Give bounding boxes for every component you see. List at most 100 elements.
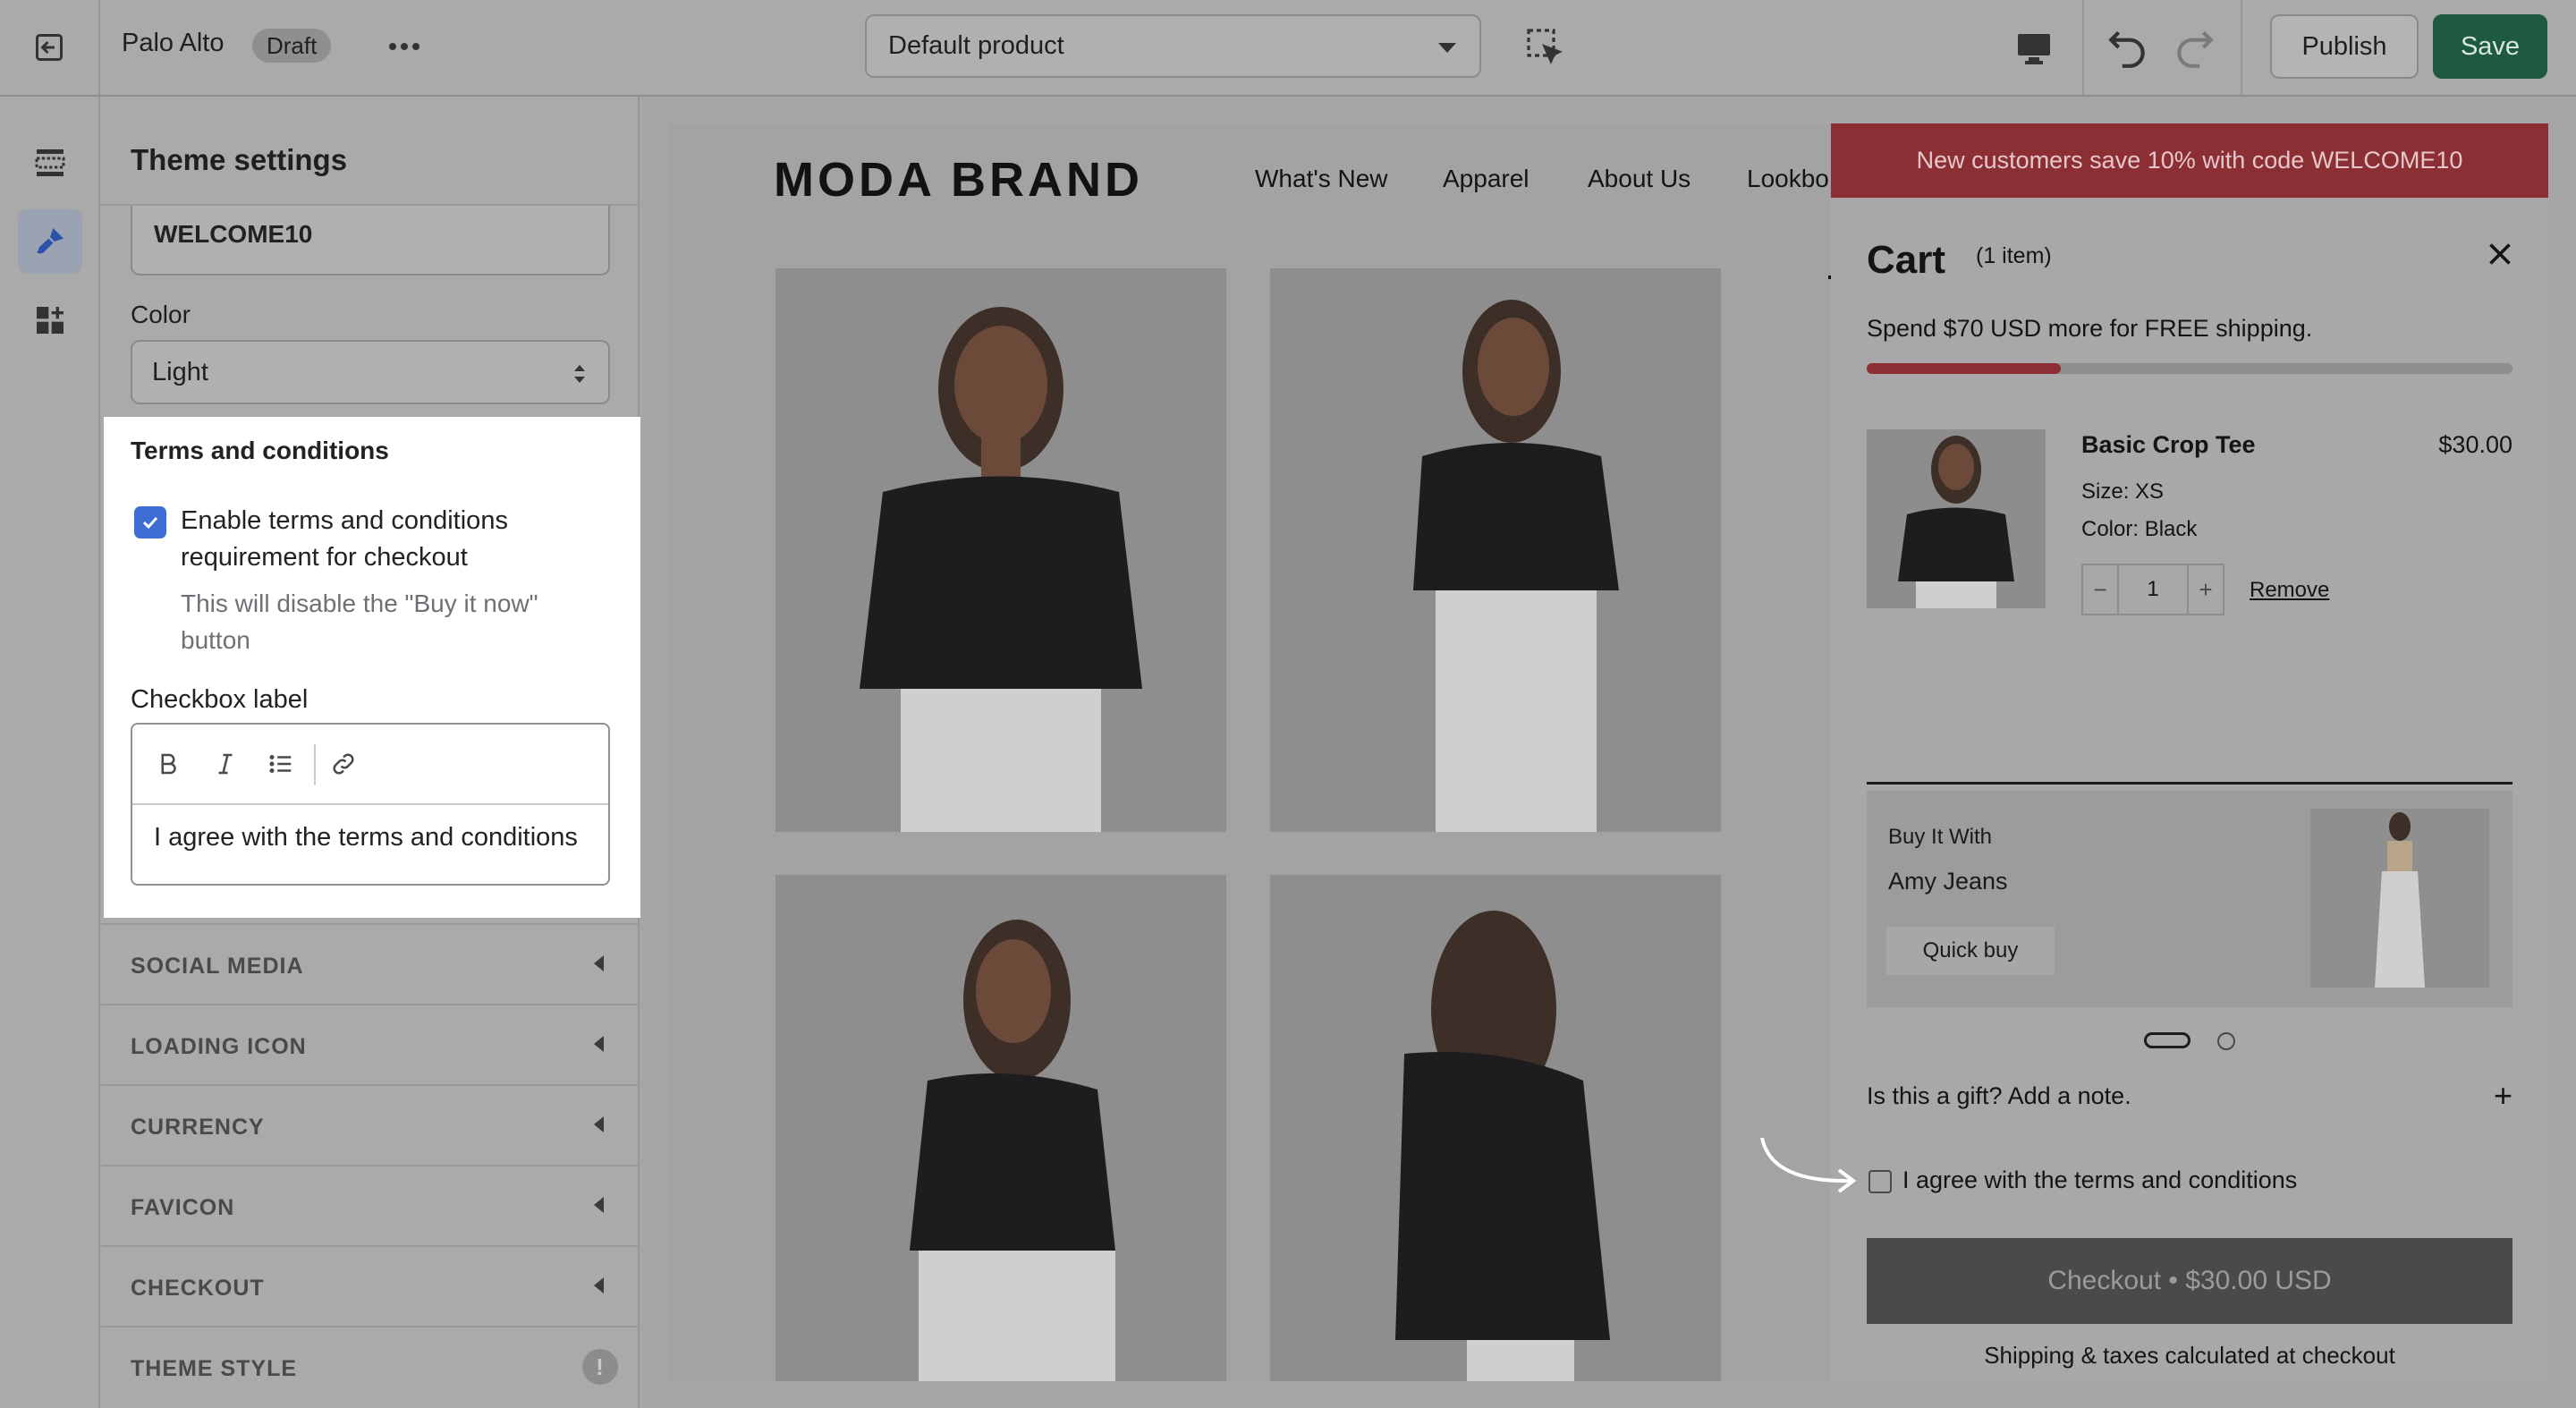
terms-agree-checkbox[interactable] (1868, 1170, 1892, 1193)
section-label: SOCIAL MEDIA (131, 954, 304, 979)
more-actions-button[interactable] (383, 27, 426, 66)
link-button[interactable] (326, 746, 361, 782)
enable-terms-label: Enable terms and conditions requirement … (181, 506, 508, 572)
editor-toolbar (132, 725, 608, 805)
quick-buy-button[interactable]: Quick buy (1886, 927, 2055, 975)
template-select[interactable]: Default product (865, 14, 1481, 78)
terms-settings-card: Terms and conditions Enable terms and co… (104, 417, 640, 918)
shipping-message: Spend $70 USD more for FREE shipping. (1867, 315, 2313, 342)
nav-whats-new[interactable]: What's New (1255, 165, 1388, 193)
increase-quantity-button[interactable]: + (2187, 565, 2223, 614)
caret-left-icon (594, 1277, 604, 1293)
undo-icon (2108, 30, 2145, 68)
store-logo[interactable]: MODA BRAND (774, 152, 1143, 208)
section-social-media[interactable]: SOCIAL MEDIA (101, 923, 640, 1004)
section-label: THEME STYLE (131, 1356, 298, 1381)
redo-icon (2177, 30, 2214, 68)
model-photo (775, 875, 1226, 1381)
redo-button[interactable] (2172, 25, 2216, 70)
quantity-stepper: − 1 + (2081, 564, 2224, 615)
undo-button[interactable] (2106, 25, 2150, 70)
section-theme-style[interactable]: THEME STYLE! (101, 1326, 640, 1406)
caret-left-icon (594, 1036, 604, 1052)
checkmark-icon (142, 516, 158, 530)
section-label: CURRENCY (131, 1115, 265, 1140)
save-button[interactable]: Save (2433, 14, 2547, 79)
section-loading-icon[interactable]: LOADING ICON (101, 1004, 640, 1084)
plus-icon[interactable]: + (2494, 1077, 2512, 1115)
close-icon (2489, 243, 2511, 265)
select-arrows-icon (574, 365, 585, 383)
section-label: FAVICON (131, 1195, 235, 1220)
divider (2241, 0, 2242, 95)
remove-item-link[interactable]: Remove (2250, 578, 2329, 603)
section-favicon[interactable]: FAVICON (101, 1165, 640, 1245)
terms-heading: Terms and conditions (131, 437, 389, 464)
panel-title: Theme settings (101, 97, 638, 206)
product-image[interactable] (1270, 875, 1721, 1381)
gift-note-toggle[interactable]: Is this a gift? Add a note. (1867, 1082, 2131, 1110)
close-cart-button[interactable] (2484, 238, 2516, 270)
desktop-view-button[interactable] (2012, 27, 2055, 70)
publish-button[interactable]: Publish (2270, 14, 2419, 79)
rail-sections-button[interactable] (18, 131, 82, 195)
enable-terms-help: This will disable the "Buy it now" butto… (181, 589, 538, 654)
color-select-value: Light (152, 358, 208, 386)
carousel-dot[interactable] (2217, 1032, 2235, 1050)
caret-left-icon (594, 1116, 604, 1132)
model-photo (775, 268, 1226, 832)
bold-button[interactable] (150, 746, 186, 782)
cart-item-image[interactable] (1867, 429, 2046, 608)
ellipsis-icon (389, 43, 419, 50)
exit-button[interactable] (0, 0, 100, 95)
store-name: Palo Alto (122, 29, 225, 57)
model-photo (1270, 875, 1721, 1381)
nav-lookbook[interactable]: Lookbo (1747, 165, 1829, 193)
product-image[interactable] (775, 875, 1226, 1381)
cart-item-name[interactable]: Basic Crop Tee (2081, 431, 2256, 459)
cart-item-price: $30.00 (2438, 431, 2512, 458)
desktop-icon (2018, 34, 2050, 64)
product-image[interactable] (1270, 268, 1721, 832)
shipping-progress-bar (1867, 363, 2512, 374)
promo-banner: New customers save 10% with code WELCOME… (1831, 123, 2548, 198)
rail-theme-settings-button[interactable] (18, 209, 82, 274)
taxes-note: Shipping & taxes calculated at checkout (1984, 1342, 2395, 1369)
apps-icon (37, 307, 64, 334)
left-rail (0, 97, 100, 1408)
divider (1867, 782, 2512, 785)
carousel-dot-active[interactable] (2144, 1032, 2190, 1048)
decrease-quantity-button[interactable]: − (2083, 565, 2119, 614)
bullet-list-button[interactable] (263, 746, 299, 782)
pointer-arrow-icon (1753, 1129, 1869, 1200)
product-thumbnail (1867, 429, 2046, 608)
bold-icon (161, 753, 176, 775)
checkbox-label-editor[interactable]: I agree with the terms and conditions (131, 723, 610, 886)
inspector-toggle[interactable] (1523, 25, 1566, 68)
terms-agree-label[interactable]: I agree with the terms and conditions (1902, 1166, 2297, 1194)
rail-apps-button[interactable] (18, 288, 82, 352)
cart-drawer: New customers save 10% with code WELCOME… (1831, 123, 2548, 1381)
link-icon (333, 753, 354, 775)
nav-apparel[interactable]: Apparel (1443, 165, 1530, 193)
italic-button[interactable] (208, 746, 243, 782)
color-label: Color (131, 301, 191, 328)
upsell-product-image[interactable] (2310, 809, 2489, 988)
discount-code-input[interactable]: WELCOME10 (131, 195, 610, 276)
quantity-input[interactable]: 1 (2119, 565, 2187, 614)
select-cursor-icon (1527, 29, 1563, 65)
color-select[interactable]: Light (131, 340, 610, 404)
paintbrush-icon (37, 228, 64, 254)
section-currency[interactable]: CURRENCY (101, 1084, 640, 1165)
upsell-heading: Buy It With (1888, 825, 1993, 849)
nav-about-us[interactable]: About Us (1588, 165, 1690, 193)
cart-item-size: Size: XS (2081, 479, 2165, 504)
enable-terms-checkbox[interactable] (134, 506, 166, 539)
checkout-button[interactable]: Checkout • $30.00 USD (1867, 1238, 2512, 1324)
checkbox-label-heading: Checkbox label (131, 685, 309, 714)
section-checkout[interactable]: CHECKOUT (101, 1245, 640, 1326)
product-image[interactable] (775, 268, 1226, 832)
chevron-down-icon (1438, 43, 1456, 53)
upsell-product-name[interactable]: Amy Jeans (1888, 868, 2008, 895)
product-thumbnail (2310, 809, 2489, 988)
